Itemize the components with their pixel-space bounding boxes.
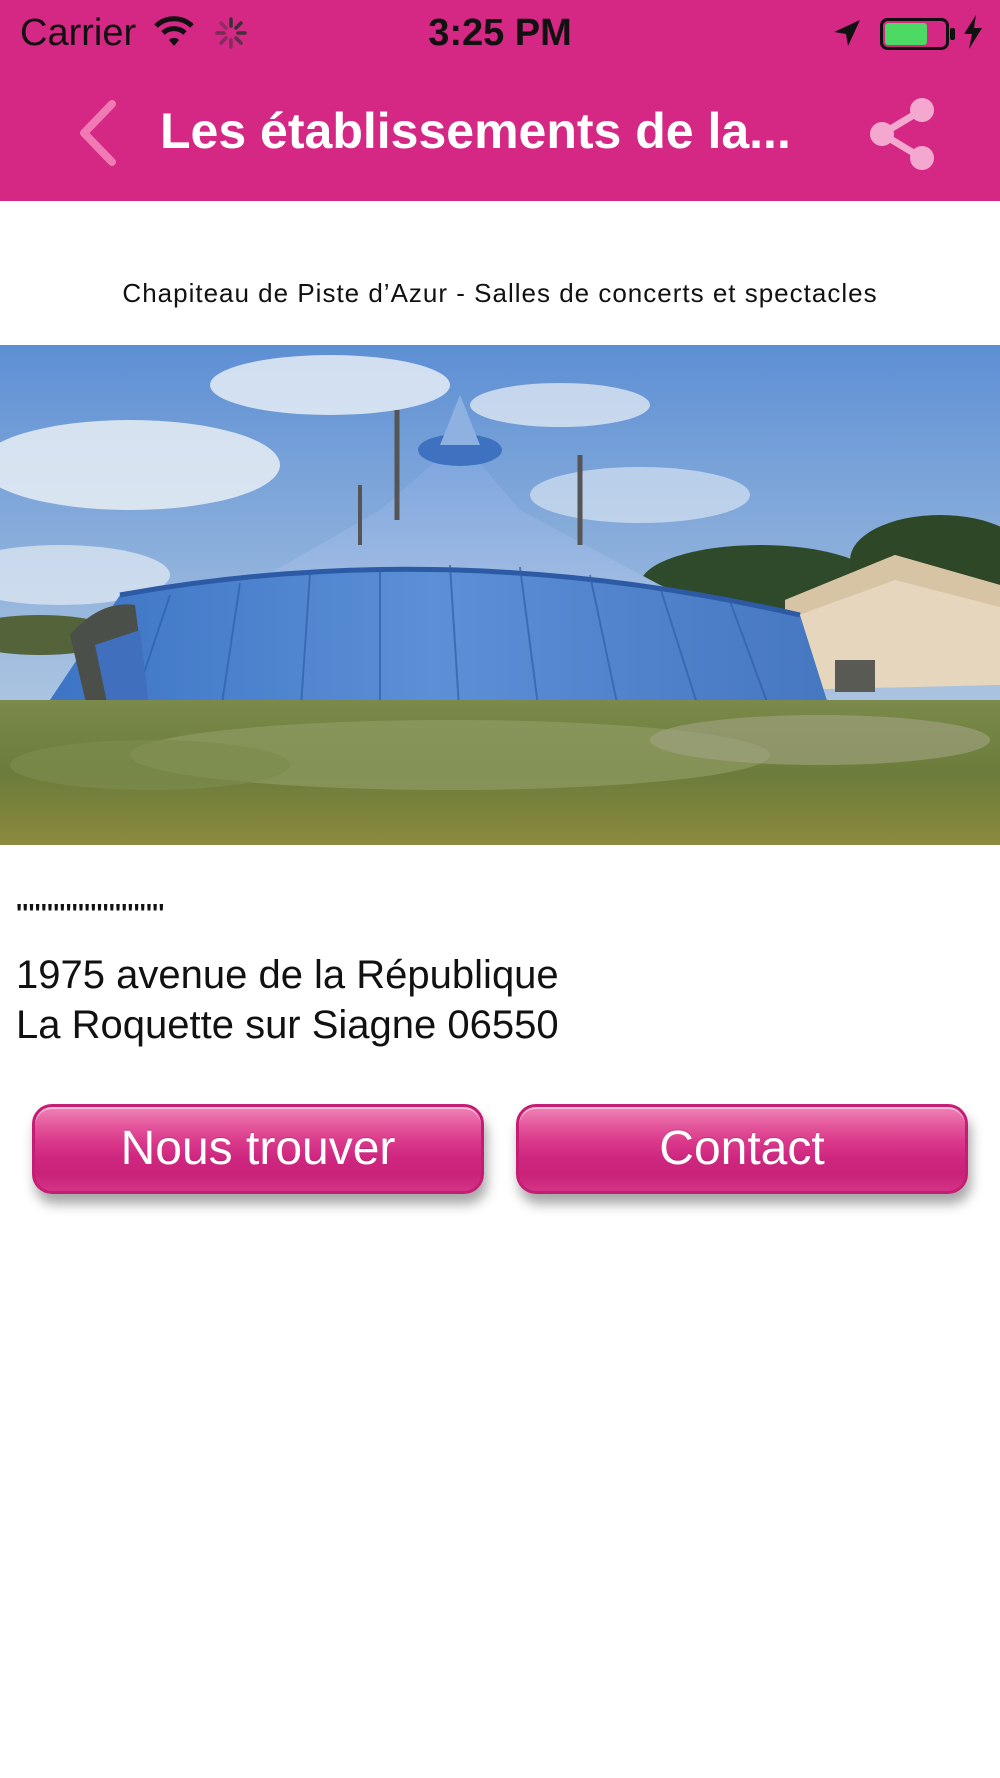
- contact-button[interactable]: Contact: [516, 1104, 968, 1194]
- status-bar: Carrier 3:25 PM: [0, 0, 1000, 68]
- back-button[interactable]: [70, 98, 130, 168]
- share-button[interactable]: [866, 96, 938, 172]
- venue-subtitle: Chapiteau de Piste d’Azur - Salles de co…: [122, 278, 878, 308]
- battery-icon: [880, 18, 956, 55]
- location-arrow-icon: [832, 18, 862, 53]
- chevron-left-icon: [80, 100, 116, 166]
- rating-dots: '''''''''''''''''''''''': [16, 898, 165, 928]
- charging-bolt-icon: [962, 14, 984, 55]
- venue-address: 1975 avenue de la République La Roquette…: [16, 950, 559, 1050]
- address-line-street: 1975 avenue de la République: [16, 953, 559, 997]
- share-icon: [870, 98, 934, 170]
- navigation-bar: Les établissements de la...: [0, 68, 1000, 201]
- find-us-button[interactable]: Nous trouver: [32, 1104, 484, 1194]
- screen: Carrier 3:25 PM Les établissements de la…: [0, 0, 1000, 1778]
- address-line-city: La Roquette sur Siagne 06550: [16, 1003, 559, 1047]
- venue-photo: [0, 345, 1000, 845]
- page-title: Les établissements de la...: [160, 103, 791, 159]
